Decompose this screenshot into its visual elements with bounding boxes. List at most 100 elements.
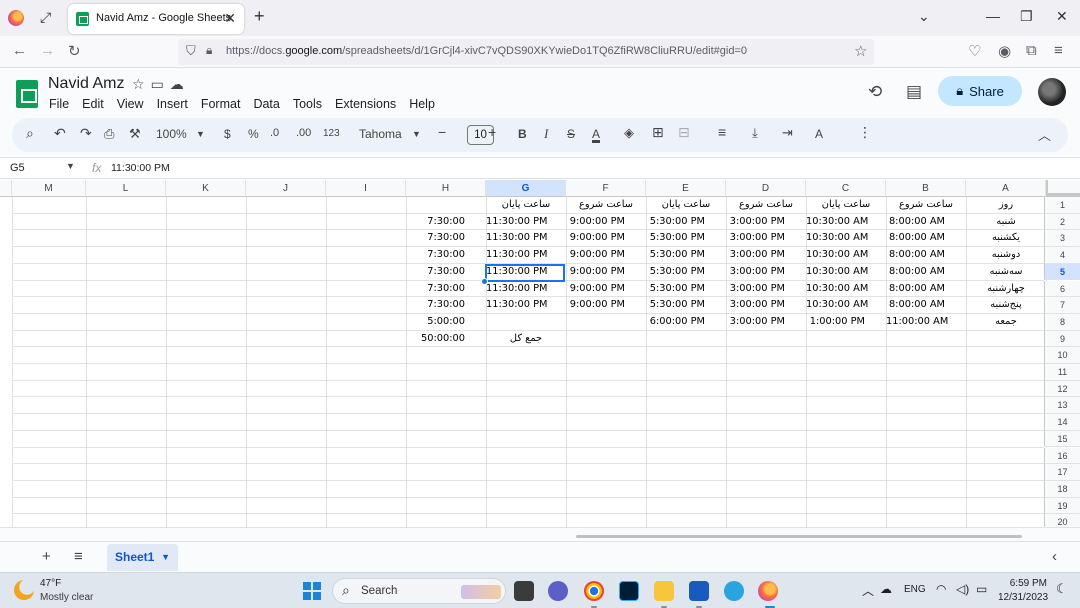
row-header-19[interactable]: 19 (1044, 497, 1080, 515)
cell-a4[interactable]: دوشنبه (966, 247, 1046, 264)
star-icon[interactable]: ☆ (132, 76, 151, 92)
cell-f3[interactable]: 9:00:00 PM (566, 230, 646, 247)
search-menus-icon[interactable]: ⌕ (26, 125, 34, 142)
vertical-align-icon[interactable]: ⤓ (752, 125, 758, 141)
cell-h8[interactable]: 5:00:00 (406, 314, 486, 331)
cell-c2[interactable]: 10:30:00 AM (806, 214, 886, 231)
cell-h7[interactable]: 7:30:00 (406, 297, 486, 314)
increase-decimal-button[interactable]: .00 (296, 127, 311, 139)
scrollbar-thumb[interactable] (576, 535, 1022, 538)
avatar[interactable] (1038, 78, 1066, 106)
telegram-icon[interactable] (724, 581, 744, 601)
close-window-icon[interactable]: ✕ (1056, 8, 1068, 25)
file-explorer-icon[interactable] (654, 581, 674, 601)
weather-temperature[interactable]: 47°F (40, 578, 61, 589)
battery-icon[interactable]: ▭ (976, 582, 987, 596)
format-currency-button[interactable]: $ (224, 127, 231, 141)
more-formats-button[interactable]: 123 (323, 128, 340, 139)
cell-g3[interactable]: 11:30:00 PM (486, 230, 566, 247)
language-indicator[interactable]: ENG (904, 584, 926, 595)
menu-icon[interactable]: ≡ (1054, 42, 1063, 59)
tray-chevron-up-icon[interactable]: ︿ (862, 582, 874, 599)
text-rotation-icon[interactable]: A (815, 127, 823, 141)
row-header-12[interactable]: 12 (1044, 380, 1080, 398)
row-header-14[interactable]: 14 (1044, 414, 1080, 431)
row-header-15[interactable]: 15 (1044, 430, 1080, 448)
cell-a3[interactable]: یکشنبه (966, 230, 1046, 247)
cell-g7[interactable]: 11:30:00 PM (486, 297, 566, 314)
cell-h9[interactable]: 50:00:00 (406, 331, 486, 348)
cell-c1[interactable]: ساعت پایان (806, 197, 886, 214)
cell-h5[interactable]: 7:30:00 (406, 264, 486, 281)
cell-b5[interactable]: 8:00:00 AM (886, 264, 966, 281)
cell-b2[interactable]: 8:00:00 AM (886, 214, 966, 231)
row-header-1[interactable]: 1 (1044, 197, 1080, 214)
row-header-4[interactable]: 4 (1044, 247, 1080, 264)
menu-tools[interactable]: Tools (293, 97, 322, 111)
cell-f5[interactable]: 9:00:00 PM (566, 264, 646, 281)
photoshop-icon[interactable] (619, 581, 639, 601)
forward-icon[interactable]: → (40, 42, 55, 59)
column-header-g[interactable]: G (486, 180, 566, 197)
cell-g2[interactable]: 11:30:00 PM (486, 214, 566, 231)
cell-f7[interactable]: 9:00:00 PM (566, 297, 646, 314)
menu-data[interactable]: Data (253, 97, 279, 111)
cell-b7[interactable]: 8:00:00 AM (886, 297, 966, 314)
cell-b6[interactable]: 8:00:00 AM (886, 281, 966, 298)
cell-g9[interactable]: جمع کل (486, 331, 566, 348)
select-all-corner[interactable] (1044, 180, 1080, 197)
weather-moon-icon[interactable] (14, 580, 34, 600)
increase-font-size-icon[interactable]: + (488, 124, 496, 140)
cell-e3[interactable]: 5:30:00 PM (646, 230, 726, 247)
menu-file[interactable]: File (49, 97, 69, 111)
bookmark-star-icon[interactable]: ☆ (854, 42, 867, 60)
firefox-icon[interactable] (8, 10, 24, 26)
comments-icon[interactable]: ▤ (906, 82, 922, 102)
strikethrough-icon[interactable]: S (567, 127, 575, 141)
url-bar[interactable]: ⛉ 🔒︎ https://docs.google.com/spreadsheet… (178, 39, 874, 65)
task-view-icon[interactable] (514, 581, 534, 601)
shield-icon[interactable]: ⛉ (186, 43, 196, 59)
chat-icon[interactable] (548, 581, 568, 601)
decrease-font-size-icon[interactable]: − (438, 124, 446, 140)
cell-b3[interactable]: 8:00:00 AM (886, 230, 966, 247)
sheet-tab[interactable]: Sheet1 ▼ (107, 544, 178, 571)
new-tab-icon[interactable]: + (254, 6, 265, 27)
row-header-9[interactable]: 9 (1044, 330, 1080, 348)
menu-edit[interactable]: Edit (82, 97, 104, 111)
share-button[interactable]: 🔒︎ Share (938, 76, 1022, 106)
cell-f1[interactable]: ساعت شروع (566, 197, 646, 214)
column-header-a[interactable]: A (966, 180, 1046, 197)
column-header-h[interactable]: H (406, 180, 486, 197)
redo-icon[interactable]: ↷ (80, 125, 92, 142)
cell-h4[interactable]: 7:30:00 (406, 247, 486, 264)
volume-icon[interactable]: ◁) (956, 582, 969, 596)
column-header-l[interactable]: L (86, 180, 166, 197)
horizontal-align-icon[interactable]: ≡ (718, 124, 726, 140)
fill-handle[interactable] (481, 278, 488, 285)
menu-insert[interactable]: Insert (157, 97, 188, 111)
decrease-decimal-button[interactable]: .0 (270, 127, 279, 139)
cell-h2[interactable]: 7:30:00 (406, 214, 486, 231)
cloud-sync-icon[interactable]: ☁ (880, 582, 892, 596)
cell-g4[interactable]: 11:30:00 PM (486, 247, 566, 264)
word-icon[interactable] (689, 581, 709, 601)
text-color-icon[interactable]: A (592, 127, 600, 141)
notifications-icon[interactable]: ☾ (1056, 581, 1068, 597)
horizontal-scrollbar[interactable] (0, 527, 1080, 541)
back-icon[interactable]: ← (12, 42, 27, 59)
row-header-5[interactable]: 5 (1044, 263, 1080, 281)
chevron-down-icon[interactable]: ▼ (66, 161, 75, 171)
menu-help[interactable]: Help (409, 97, 435, 111)
taskbar-search[interactable]: ⌕ Search (332, 578, 506, 604)
spreadsheet-grid[interactable]: M L K J I H G F E D C B A 1 2 3 4 5 6 7 8 9 10 11 12 13 14 15 16 17 18… (0, 180, 1080, 527)
chevron-down-icon[interactable]: ▼ (196, 129, 205, 139)
cell-d5[interactable]: 3:00:00 PM (726, 264, 806, 281)
cell-d6[interactable]: 3:00:00 PM (726, 281, 806, 298)
column-header-d[interactable]: D (726, 180, 806, 197)
cell-e1[interactable]: ساعت پایان (646, 197, 726, 214)
account-icon[interactable]: ◉ (998, 42, 1011, 60)
font-select[interactable]: Tahoma (359, 127, 402, 141)
cell-a6[interactable]: چهارشنبه (966, 281, 1046, 298)
collapse-toolbar-icon[interactable]: ︿ (1038, 125, 1051, 144)
